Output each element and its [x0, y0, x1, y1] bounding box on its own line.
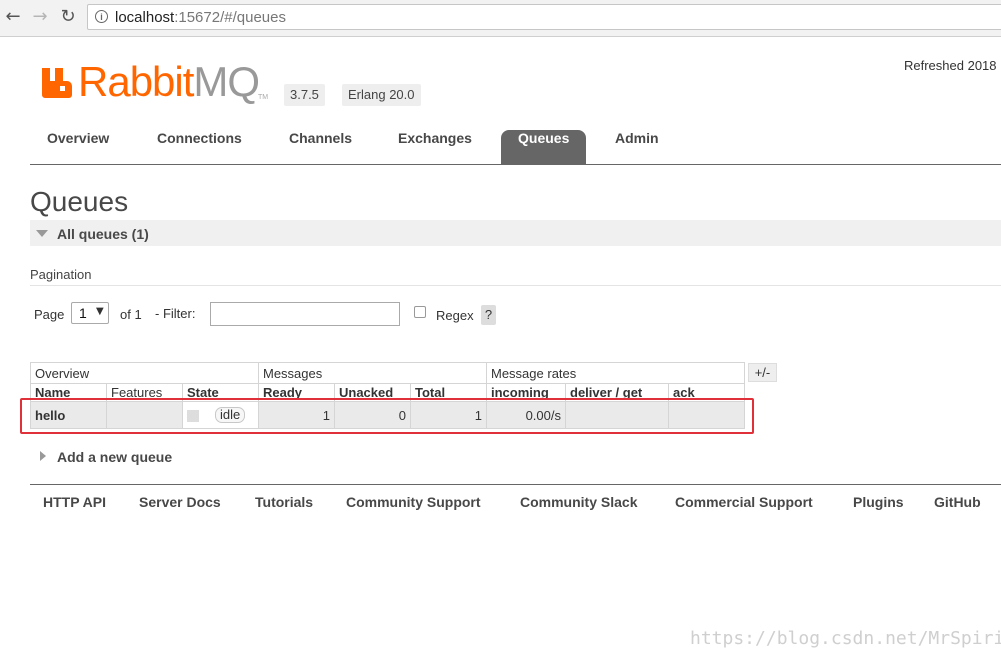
info-icon[interactable]: i — [95, 10, 108, 23]
filter-input[interactable] — [210, 302, 400, 326]
version-badge: 3.7.5 — [284, 84, 325, 106]
footer-divider — [30, 484, 1001, 485]
regex-label: Regex — [436, 308, 474, 323]
main-nav: Overview Connections Channels Exchanges … — [30, 130, 1001, 165]
address-bar[interactable]: i localhost:15672/#/queues — [87, 4, 1001, 30]
all-queues-section[interactable]: All queues (1) — [30, 220, 1001, 246]
page-select[interactable]: 1 ▼ — [71, 302, 109, 324]
group-message-rates: Message rates — [486, 362, 745, 384]
page-select-value: 1 — [79, 305, 87, 321]
trademark: TM — [258, 94, 269, 101]
arrow-left-icon[interactable]: ← — [2, 6, 24, 28]
toggle-columns-button[interactable]: +/- — [748, 363, 777, 382]
regex-checkbox[interactable] — [414, 306, 426, 318]
page-title: Queues — [30, 186, 129, 217]
help-button[interactable]: ? — [481, 305, 496, 325]
tab-channels[interactable]: Channels — [272, 130, 369, 164]
rabbitmq-logo-icon — [42, 68, 72, 98]
group-overview: Overview — [30, 362, 259, 384]
footer-link-commercial-support[interactable]: Commercial Support — [675, 494, 813, 510]
browser-toolbar: ← → ↻ i localhost:15672/#/queues — [0, 0, 1001, 37]
footer-link-github[interactable]: GitHub — [934, 494, 981, 510]
arrow-right-icon[interactable]: → — [29, 6, 51, 28]
all-queues-label: All queues (1) — [57, 226, 149, 242]
annotation-highlight-box — [20, 398, 754, 434]
triangle-down-icon — [36, 230, 48, 237]
chevron-down-icon: ▼ — [96, 306, 104, 317]
page-count-label: of 1 — [120, 307, 142, 322]
footer-link-community-slack[interactable]: Community Slack — [520, 494, 637, 510]
page-label: Page — [34, 307, 65, 322]
reload-icon[interactable]: ↻ — [57, 6, 79, 28]
footer-link-plugins[interactable]: Plugins — [853, 494, 904, 510]
tab-exchanges[interactable]: Exchanges — [381, 130, 489, 164]
add-queue-section[interactable]: Add a new queue — [57, 449, 172, 465]
url-text: localhost:15672/#/queues — [115, 9, 286, 26]
logo-mq-text: MQ — [193, 58, 260, 105]
triangle-right-icon — [40, 451, 46, 461]
tab-overview[interactable]: Overview — [30, 130, 126, 164]
pagination-title: Pagination — [30, 267, 92, 282]
footer-link-community-support[interactable]: Community Support — [346, 494, 481, 510]
refreshed-status[interactable]: Refreshed 2018 — [904, 58, 997, 73]
footer-link-server-docs[interactable]: Server Docs — [139, 494, 221, 510]
logo-rabbit-text: Rabbit — [78, 58, 194, 105]
tab-queues[interactable]: Queues — [501, 130, 587, 164]
watermark-text: https://blog.csdn.net/MrSpirit — [690, 628, 1001, 649]
footer-link-http-api[interactable]: HTTP API — [43, 494, 106, 510]
tab-admin[interactable]: Admin — [598, 130, 676, 164]
footer-link-tutorials[interactable]: Tutorials — [255, 494, 313, 510]
filter-label: - Filter: — [155, 306, 196, 321]
tab-connections[interactable]: Connections — [140, 130, 259, 164]
divider — [30, 285, 1001, 286]
erlang-badge: Erlang 20.0 — [342, 84, 421, 106]
group-messages: Messages — [258, 362, 487, 384]
